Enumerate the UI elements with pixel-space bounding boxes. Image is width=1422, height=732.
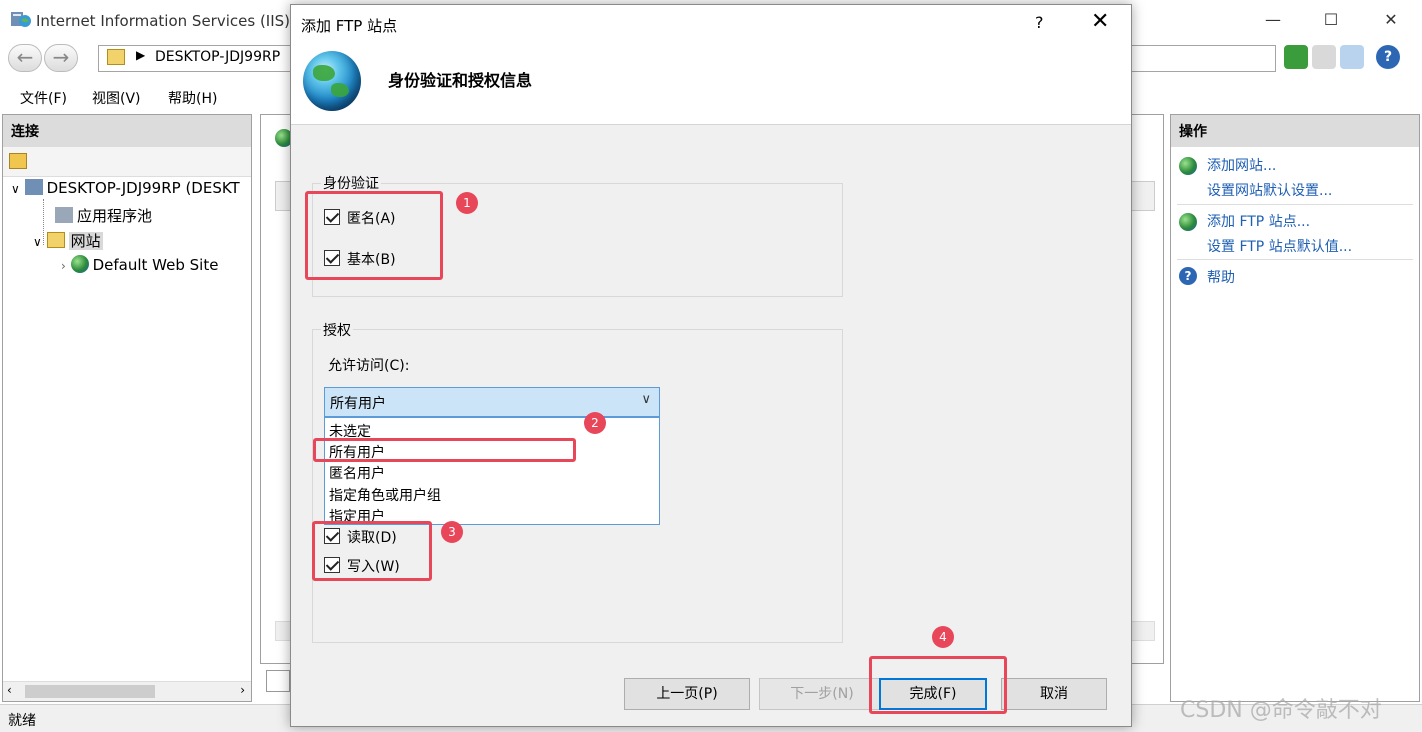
tree-sites-label: 网站 [68,232,103,250]
help-icon: ? [1179,267,1197,285]
dialog-close-button[interactable]: ✕ [1091,9,1109,34]
sites-folder-icon [107,49,125,65]
annotation-badge-4: 4 [932,626,954,648]
set-ftp-defaults-link[interactable]: 设置 FTP 站点默认值... [1207,236,1352,256]
menu-help[interactable]: 帮助(H) [168,88,217,108]
allow-access-select[interactable]: 所有用户 ∨ [324,387,660,417]
dialog-titlebar [291,5,1131,41]
dialog-heading: 身份验证和授权信息 [388,71,533,90]
previous-page-button[interactable]: 上一页(P) [624,678,750,710]
annotation-badge-3: 3 [441,521,463,543]
annotation-badge-2: 2 [584,412,606,434]
server-icon [24,179,43,195]
tree-item-sites[interactable]: ∨ 网站 [33,230,103,251]
scroll-right-icon[interactable]: › [240,683,245,697]
globe-icon [303,51,361,111]
app-pool-icon [55,207,73,223]
dropdown-chevron-icon: ∨ [641,392,651,407]
annotation-box-3 [312,521,432,581]
tree-item-default-site[interactable]: › Default Web Site [61,255,218,274]
collapse-chevron-icon[interactable]: › [61,259,66,273]
divider [1177,259,1413,260]
tree-server-label: DESKTOP-JDJ99RP (DESKT [46,179,240,197]
authorization-group-label: 授权 [321,320,353,340]
allow-access-value: 所有用户 [330,396,386,412]
features-view-icon[interactable] [266,670,290,692]
window-title: Internet Information Services (IIS)管 [36,12,306,30]
cancel-button[interactable]: 取消 [1001,678,1107,710]
breadcrumb-chevron-icon: ▶ [136,48,146,62]
set-website-defaults-link[interactable]: 设置网站默认设置... [1207,180,1332,200]
divider [1177,204,1413,205]
watermark: CSDN @命令敲不对 [1180,698,1382,723]
tree-item-server[interactable]: ∨ DESKTOP-JDJ99RP (DESKT [11,179,240,197]
horizontal-scrollbar[interactable]: ‹ › [3,681,251,701]
back-button[interactable]: ← [8,44,42,72]
actions-title: 操作 [1171,115,1419,147]
tree-app-pools-label: 应用程序池 [77,207,153,225]
minimize-button[interactable]: — [1258,8,1288,32]
back-arrow-icon: ← [16,45,34,69]
forward-button[interactable]: → [44,44,78,72]
option-roles-or-groups[interactable]: 指定角色或用户组 [329,485,441,505]
home-icon[interactable] [1340,45,1364,69]
expand-chevron-icon[interactable]: ∨ [11,182,20,196]
scroll-left-icon[interactable]: ‹ [7,683,12,697]
dialog-help-button[interactable]: ? [1035,13,1044,32]
menu-view[interactable]: 视图(V) [92,88,141,108]
add-ftp-site-icon [1179,213,1197,231]
help-link[interactable]: 帮助 [1207,267,1235,287]
connections-toolbar [3,147,251,177]
add-ftp-site-dialog: 添加 FTP 站点 ? ✕ 身份验证和授权信息 身份验证 匿名(A) 基本(B)… [290,4,1132,727]
add-ftp-site-link[interactable]: 添加 FTP 站点... [1207,211,1310,231]
sites-folder-icon [46,232,65,248]
expand-chevron-icon[interactable]: ∨ [33,235,42,249]
annotation-box-4 [869,656,1007,714]
allow-access-dropdown-list: 未选定 所有用户 匿名用户 指定角色或用户组 指定用户 [324,417,660,525]
annotation-box-1 [305,191,443,280]
scrollbar-thumb[interactable] [25,685,155,698]
add-website-link[interactable]: 添加网站... [1207,155,1276,175]
help-toolbar-icon[interactable]: ? [1376,45,1400,69]
option-anonymous-users[interactable]: 匿名用户 [329,463,385,483]
status-text: 就绪 [8,713,36,729]
dialog-header: 身份验证和授权信息 [291,41,1131,125]
actions-pane: 操作 添加网站... 设置网站默认设置... 添加 FTP 站点... 设置 F… [1170,114,1420,702]
forward-arrow-icon: → [52,45,70,69]
annotation-box-2 [313,438,576,462]
menu-file[interactable]: 文件(F) [20,88,67,108]
close-window-button[interactable]: ✕ [1376,8,1406,32]
maximize-button[interactable]: ☐ [1316,8,1346,32]
next-step-button[interactable]: 下一步(N) [759,678,885,710]
iis-app-icon [10,9,32,29]
add-website-icon [1179,157,1197,175]
tree-default-site-label: Default Web Site [92,256,219,274]
stop-icon[interactable] [1312,45,1336,69]
dialog-title: 添加 FTP 站点 [301,17,398,35]
refresh-icon[interactable] [1284,45,1308,69]
annotation-badge-1: 1 [456,192,478,214]
connections-pane: 连接 ∨ DESKTOP-JDJ99RP (DESKT 应用程序池 ∨ 网站 ›… [2,114,252,702]
address-path: DESKTOP-JDJ99RP [155,49,281,65]
tree-item-app-pools[interactable]: 应用程序池 [55,205,152,226]
connections-title: 连接 [3,115,251,147]
connect-icon[interactable] [9,153,27,169]
website-globe-icon [70,255,89,273]
allow-access-label: 允许访问(C): [328,358,410,374]
authentication-group-label: 身份验证 [321,173,381,193]
